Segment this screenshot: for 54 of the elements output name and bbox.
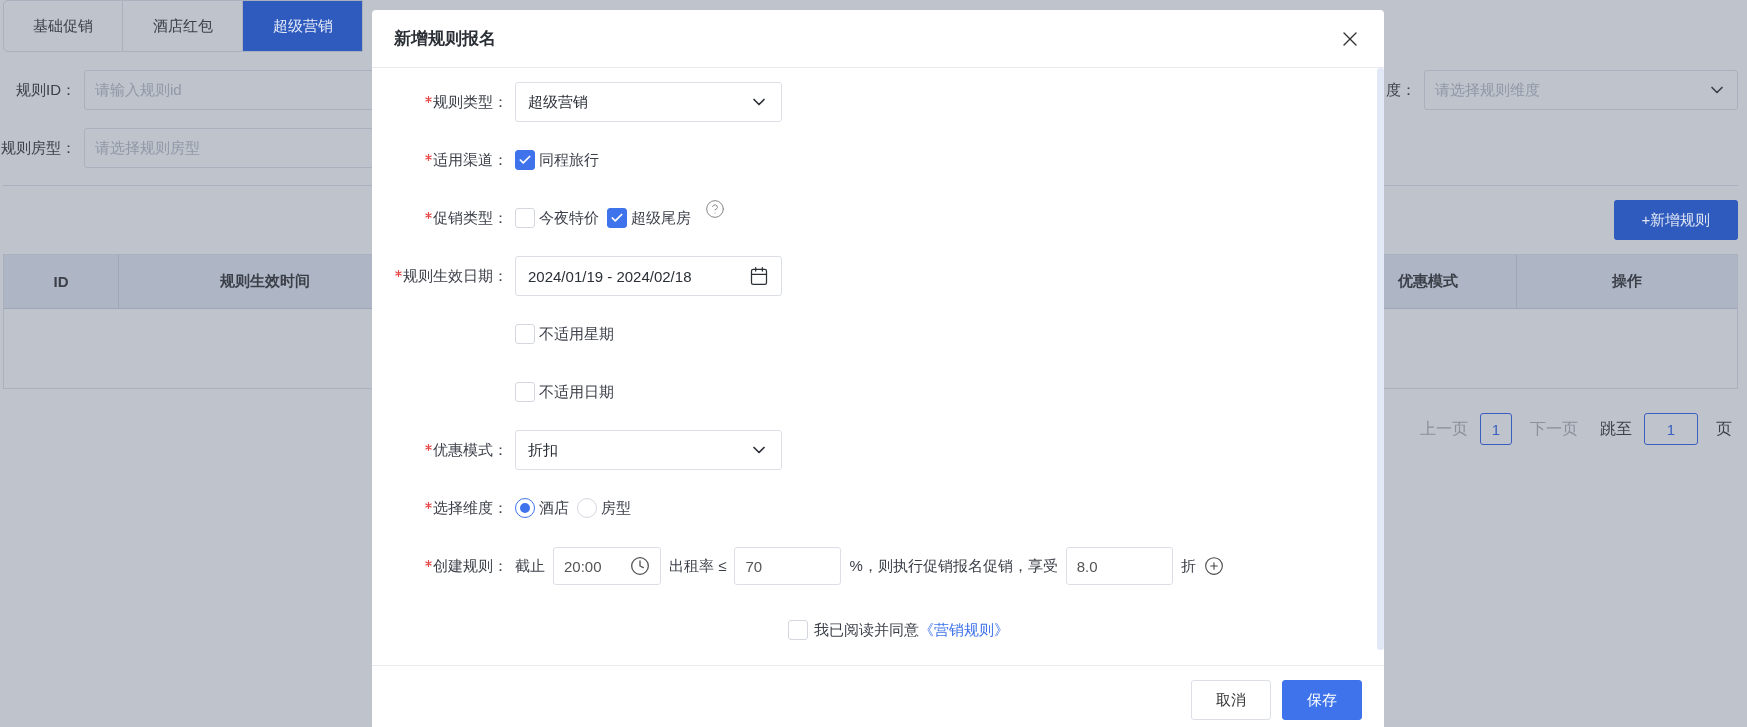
field-label: 选择维度： xyxy=(433,498,508,516)
input-field[interactable]: 8.0 xyxy=(1065,547,1173,585)
checkbox-label: 同程旅行 xyxy=(539,150,599,170)
filter-label: 规则房型： xyxy=(0,138,77,158)
rule-text: 截止 xyxy=(515,556,545,576)
checkbox[interactable] xyxy=(515,150,535,170)
field-label: 规则类型： xyxy=(433,92,508,110)
field-label: 促销类型： xyxy=(433,208,508,226)
select-field[interactable]: 超级营销 xyxy=(515,82,782,122)
checkbox[interactable] xyxy=(607,208,627,228)
filter-label: 规则ID： xyxy=(15,80,77,100)
clock-icon xyxy=(630,556,650,576)
rule-text: %，则执行促销报名促销，享受 xyxy=(849,556,1058,576)
column-header: 操作 xyxy=(1611,271,1643,291)
check-icon xyxy=(610,211,624,225)
page-input[interactable]: 1 xyxy=(1644,413,1698,445)
column-header: ID xyxy=(4,255,119,308)
tab[interactable]: 超级营销 xyxy=(243,0,363,52)
field-label: 优惠模式： xyxy=(433,440,508,458)
cancel-button[interactable]: 取消 xyxy=(1191,680,1271,720)
checkbox-label: 不适用日期 xyxy=(539,382,614,402)
select-value: 超级营销 xyxy=(528,92,588,112)
checkbox-label: 今夜特价 xyxy=(539,208,599,228)
rules-link[interactable]: 《营销规则》 xyxy=(918,620,1009,640)
field-label: 创建规则： xyxy=(433,556,508,574)
input-field[interactable]: 70 xyxy=(734,547,842,585)
page-number[interactable]: 1 xyxy=(1480,413,1512,445)
page-suffix: 页 xyxy=(1716,418,1732,439)
date-range-field[interactable]: 2024/01/19 - 2024/02/18 xyxy=(515,256,782,296)
add-rule-button[interactable]: +新增规则 xyxy=(1614,200,1738,240)
agreement-text: 我已阅读并同意 xyxy=(813,620,919,640)
checkbox-label: 不适用星期 xyxy=(539,324,614,344)
dialog-title: 新增规则报名 xyxy=(394,28,496,50)
time-field[interactable]: 20:00 xyxy=(553,547,661,585)
add-icon[interactable] xyxy=(1203,556,1224,576)
checkbox-label: 超级尾房 xyxy=(631,208,691,228)
help-icon[interactable] xyxy=(705,199,725,219)
check-icon xyxy=(518,153,532,167)
select-field[interactable]: 折扣 xyxy=(515,430,782,470)
date-range-value: 2024/01/19 - 2024/02/18 xyxy=(528,267,692,285)
rule-text: 折 xyxy=(1180,556,1196,576)
time-value: 20:00 xyxy=(564,557,602,575)
scrollbar[interactable] xyxy=(1377,68,1384,650)
tab[interactable]: 酒店红包 xyxy=(123,0,243,52)
calendar-icon xyxy=(749,266,769,286)
radio-label: 房型 xyxy=(601,498,631,518)
radio-label: 酒店 xyxy=(539,498,569,518)
rule-text: 出租率 ≤ xyxy=(669,556,727,576)
jump-label: 跳至 xyxy=(1600,418,1632,439)
field-label: 适用渠道： xyxy=(433,150,508,168)
filter-label: 度： xyxy=(1386,80,1417,100)
select-value: 折扣 xyxy=(528,440,558,460)
save-button[interactable]: 保存 xyxy=(1282,680,1362,720)
tab[interactable]: 基础促销 xyxy=(3,0,123,52)
